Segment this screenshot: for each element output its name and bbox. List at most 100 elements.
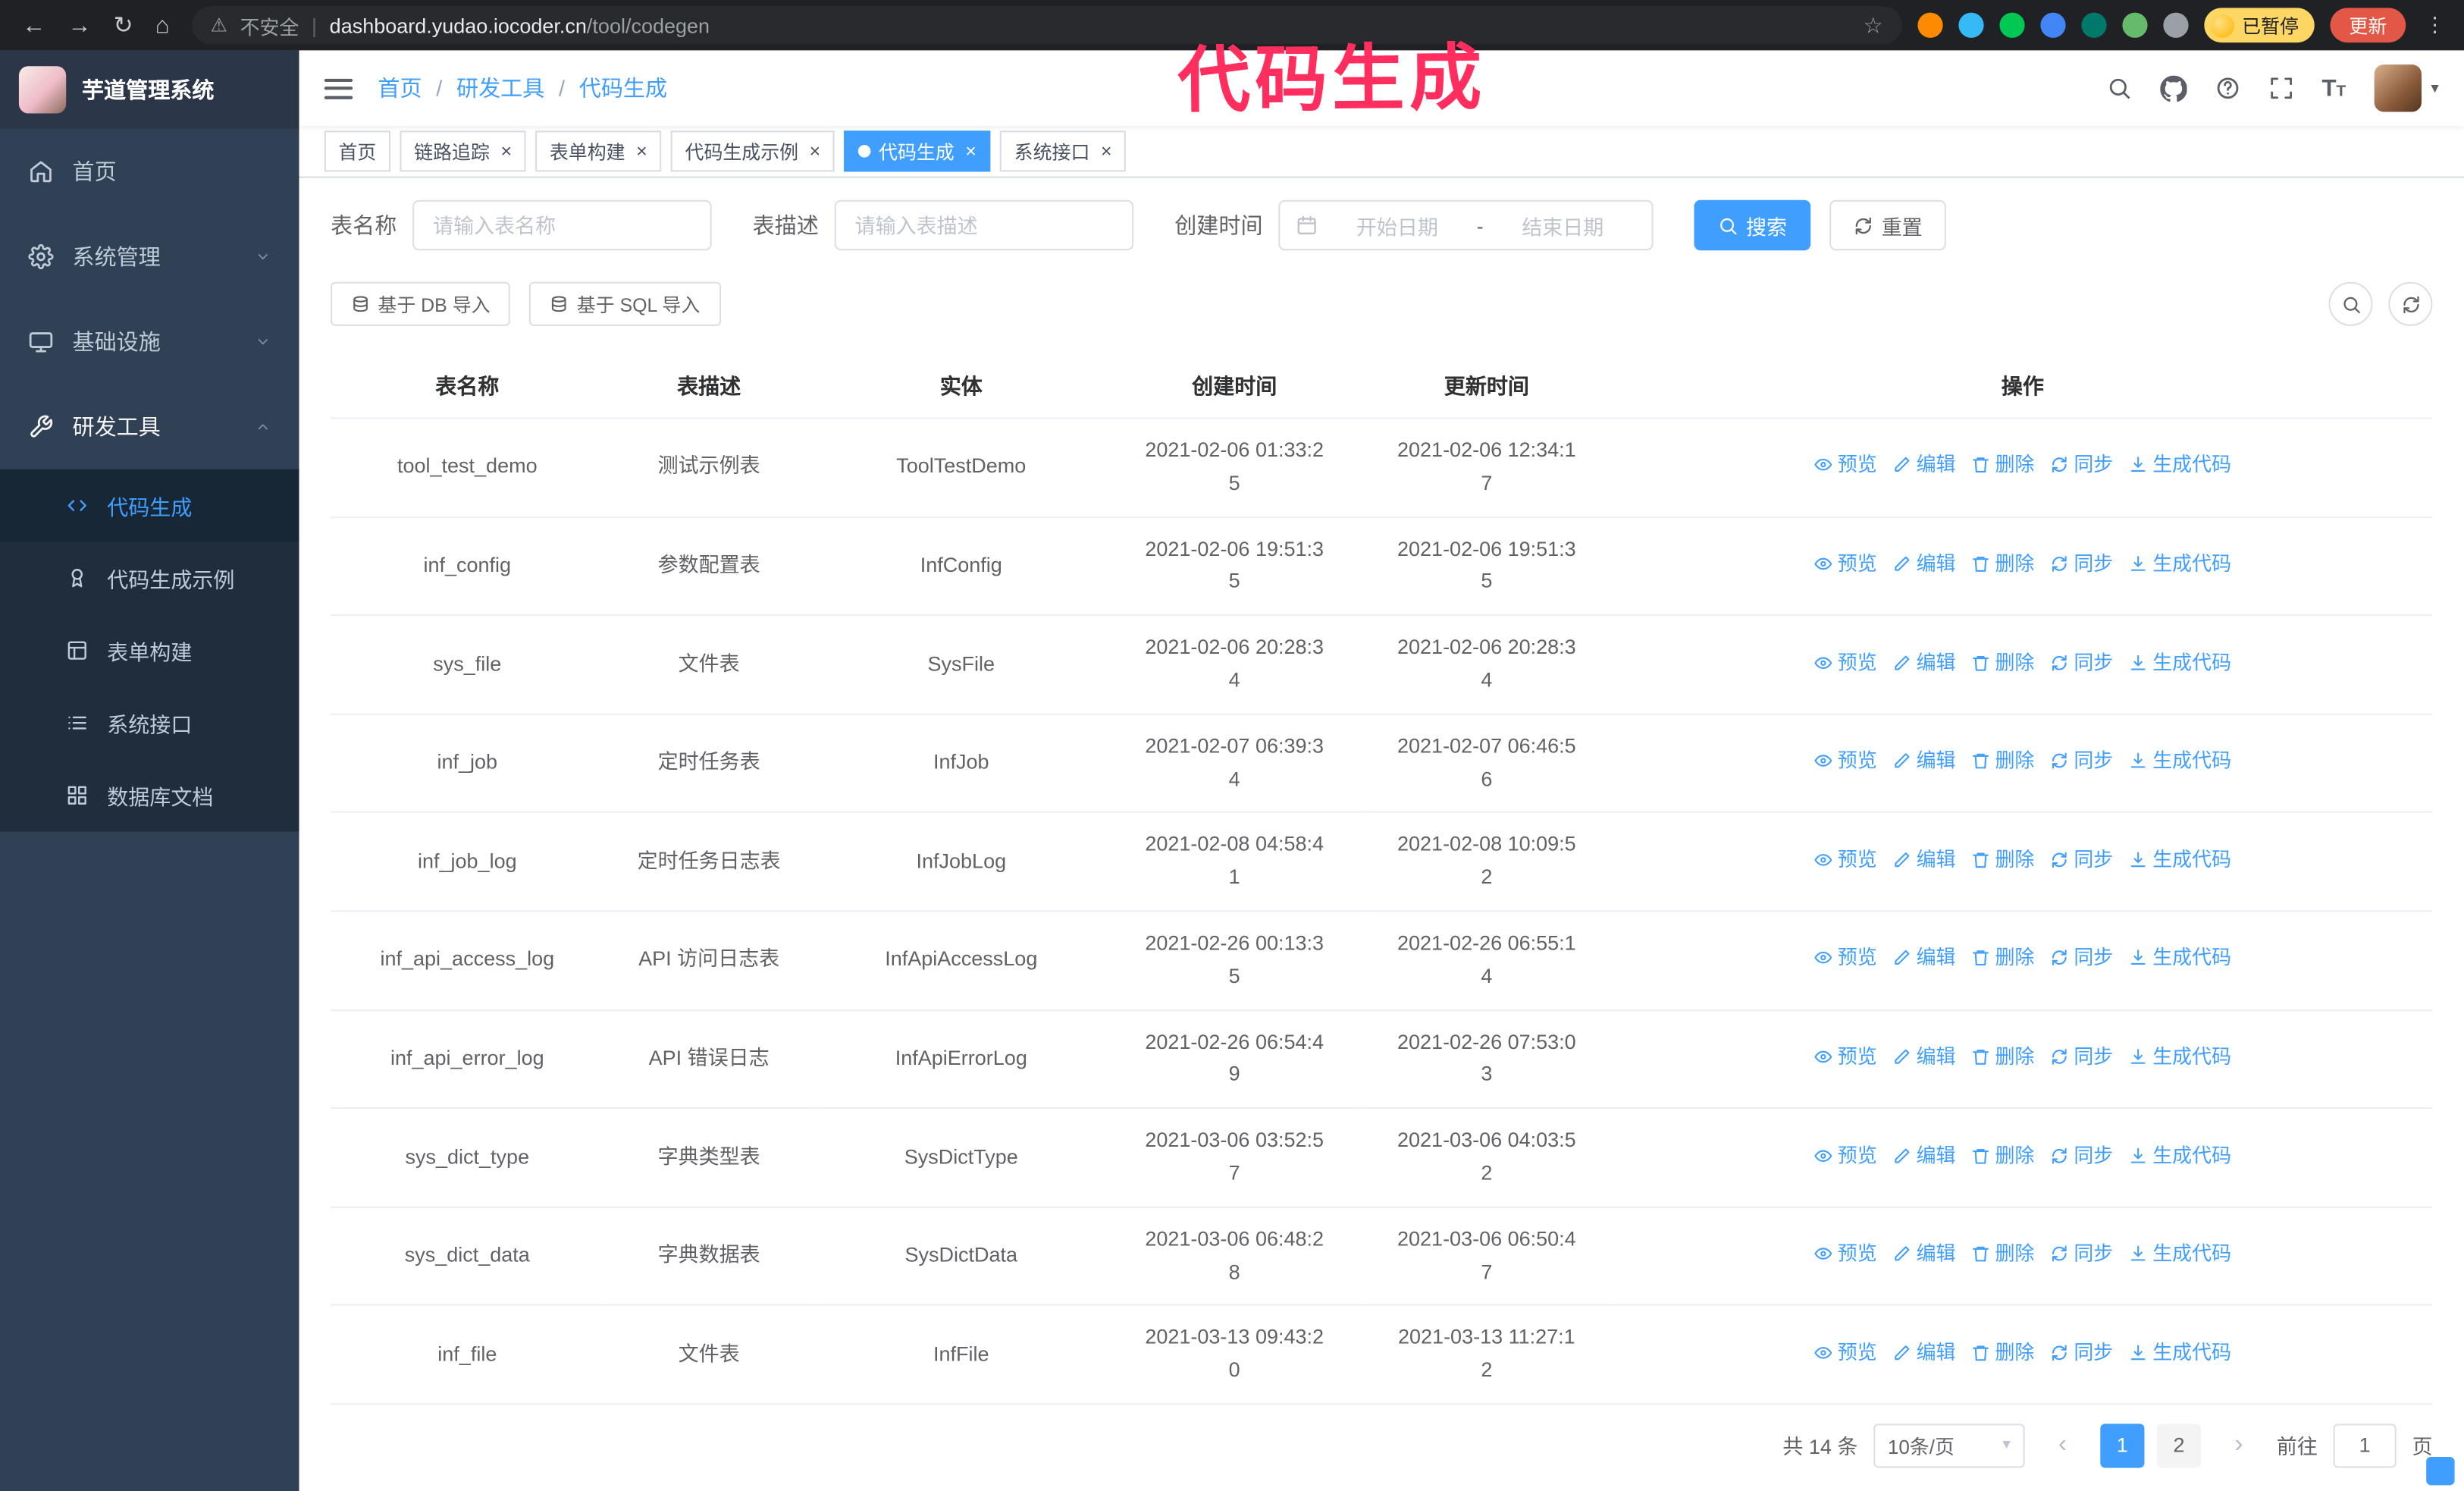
edit-link[interactable]: 编辑 <box>1892 450 1956 482</box>
sidebar-subitem-db[interactable]: 数据库文档 <box>0 759 299 832</box>
generate-code-link[interactable]: 生成代码 <box>2129 450 2231 482</box>
tab-close-icon[interactable]: × <box>1101 142 1112 161</box>
edit-link[interactable]: 编辑 <box>1892 943 1956 975</box>
generate-code-link[interactable]: 生成代码 <box>2129 647 2231 679</box>
tab-代码生成[interactable]: 代码生成 × <box>844 130 991 172</box>
sync-link[interactable]: 同步 <box>2050 746 2113 777</box>
delete-link[interactable]: 删除 <box>1971 746 2034 777</box>
tab-close-icon[interactable]: × <box>500 142 512 161</box>
refresh-table-button[interactable] <box>2388 281 2433 326</box>
table-desc-input[interactable] <box>834 199 1134 251</box>
generate-code-link[interactable]: 生成代码 <box>2129 1337 2231 1369</box>
breadcrumb-item[interactable]: 首页 <box>378 73 422 105</box>
edit-link[interactable]: 编辑 <box>1892 1337 1956 1369</box>
edit-link[interactable]: 编辑 <box>1892 1238 1956 1270</box>
edit-link[interactable]: 编辑 <box>1892 844 1956 876</box>
delete-link[interactable]: 删除 <box>1971 1238 2034 1270</box>
sidebar-subitem-form[interactable]: 表单构建 <box>0 614 299 687</box>
browser-menu-icon[interactable]: ⋮ <box>2422 13 2448 38</box>
sync-link[interactable]: 同步 <box>2050 844 2113 876</box>
tab-代码生成示例[interactable]: 代码生成示例 × <box>670 130 835 172</box>
delete-link[interactable]: 删除 <box>1971 1140 2034 1172</box>
sidebar-item-gear[interactable]: 系统管理 <box>0 214 299 299</box>
preview-link[interactable]: 预览 <box>1814 844 1877 876</box>
edit-link[interactable]: 编辑 <box>1892 1140 1956 1172</box>
sync-link[interactable]: 同步 <box>2050 943 2113 975</box>
green-check-extension-icon[interactable] <box>1999 12 2025 38</box>
sidebar-toggle-icon[interactable] <box>324 77 353 99</box>
floating-button[interactable] <box>2426 1456 2455 1486</box>
import-db-button[interactable]: 基于 DB 导入 <box>331 281 511 326</box>
sidebar-item-tools[interactable]: 研发工具 <box>0 385 299 469</box>
preview-link[interactable]: 预览 <box>1814 943 1877 975</box>
font-size-icon[interactable]: TT <box>2321 77 2346 100</box>
generate-code-link[interactable]: 生成代码 <box>2129 548 2231 580</box>
browser-update-button[interactable]: 更新 <box>2330 8 2406 43</box>
sync-link[interactable]: 同步 <box>2050 647 2113 679</box>
sidebar-subitem-api[interactable]: 系统接口 <box>0 686 299 759</box>
app-logo[interactable]: 芋道管理系统 <box>0 50 299 130</box>
edit-link[interactable]: 编辑 <box>1892 647 1956 679</box>
preview-link[interactable]: 预览 <box>1814 1337 1877 1369</box>
prev-page-button[interactable]: ‹ <box>2040 1424 2084 1467</box>
tab-首页[interactable]: 首页 <box>324 130 391 172</box>
edit-link[interactable]: 编辑 <box>1892 1041 1956 1073</box>
sidebar-item-dashboard[interactable]: 首页 <box>0 129 299 214</box>
green-leaf-extension-icon[interactable] <box>2122 12 2148 38</box>
tab-表单构建[interactable]: 表单构建 × <box>535 130 662 172</box>
tab-系统接口[interactable]: 系统接口 × <box>999 130 1127 172</box>
preview-link[interactable]: 预览 <box>1814 548 1877 580</box>
generate-code-link[interactable]: 生成代码 <box>2129 943 2231 975</box>
toggle-search-button[interactable] <box>2328 281 2373 326</box>
delete-link[interactable]: 删除 <box>1971 1337 2034 1369</box>
breadcrumb-item[interactable]: 代码生成 <box>579 73 667 105</box>
home-icon[interactable]: ⌂ <box>155 12 170 39</box>
preview-link[interactable]: 预览 <box>1814 1041 1877 1073</box>
preview-link[interactable]: 预览 <box>1814 450 1877 482</box>
date-range-picker[interactable]: 开始日期 - 结束日期 <box>1278 199 1654 251</box>
blue-square-extension-icon[interactable] <box>2040 12 2066 38</box>
delete-link[interactable]: 删除 <box>1971 647 2034 679</box>
orange-extension-icon[interactable] <box>1917 12 1943 38</box>
sync-link[interactable]: 同步 <box>2050 1041 2113 1073</box>
generate-code-link[interactable]: 生成代码 <box>2129 746 2231 777</box>
forward-icon[interactable]: → <box>67 12 91 39</box>
question-icon[interactable] <box>2215 76 2240 101</box>
paused-extension-chip[interactable]: 已暂停 <box>2204 8 2315 43</box>
delete-link[interactable]: 删除 <box>1971 548 2034 580</box>
delete-link[interactable]: 删除 <box>1971 450 2034 482</box>
back-icon[interactable]: ← <box>22 12 45 39</box>
tab-close-icon[interactable]: × <box>810 142 821 161</box>
address-bar[interactable]: ⚠ 不安全 | dashboard.yudao.iocoder.cn/tool/… <box>191 6 1902 45</box>
sidebar-item-infra[interactable]: 基础设施 <box>0 300 299 385</box>
sync-link[interactable]: 同步 <box>2050 450 2113 482</box>
goto-page-input[interactable] <box>2333 1424 2397 1468</box>
reload-icon[interactable]: ↻ <box>114 11 133 39</box>
next-page-button[interactable]: › <box>2217 1424 2261 1467</box>
edit-link[interactable]: 编辑 <box>1892 548 1956 580</box>
table-name-input[interactable] <box>412 199 712 251</box>
reset-button[interactable]: 重置 <box>1829 199 1946 251</box>
teal-extension-icon[interactable] <box>2081 12 2107 38</box>
tab-close-icon[interactable]: × <box>965 142 977 161</box>
puzzle-extension-icon[interactable] <box>2163 12 2189 38</box>
delete-link[interactable]: 删除 <box>1971 943 2034 975</box>
page-size-select[interactable]: 10条/页 ▾ <box>1873 1424 2025 1468</box>
fullscreen-icon[interactable] <box>2268 76 2293 101</box>
preview-link[interactable]: 预览 <box>1814 1238 1877 1270</box>
generate-code-link[interactable]: 生成代码 <box>2129 1140 2231 1172</box>
edit-link[interactable]: 编辑 <box>1892 746 1956 777</box>
user-menu[interactable]: ▾ <box>2374 64 2439 112</box>
import-sql-button[interactable]: 基于 SQL 导入 <box>529 281 721 326</box>
preview-link[interactable]: 预览 <box>1814 746 1877 777</box>
generate-code-link[interactable]: 生成代码 <box>2129 844 2231 876</box>
generate-code-link[interactable]: 生成代码 <box>2129 1041 2231 1073</box>
preview-link[interactable]: 预览 <box>1814 647 1877 679</box>
tab-链路追踪[interactable]: 链路追踪 × <box>400 130 526 172</box>
sync-link[interactable]: 同步 <box>2050 1140 2113 1172</box>
delete-link[interactable]: 删除 <box>1971 1041 2034 1073</box>
blue-drop-extension-icon[interactable] <box>1958 12 1984 38</box>
tab-close-icon[interactable]: × <box>636 142 647 161</box>
preview-link[interactable]: 预览 <box>1814 1140 1877 1172</box>
delete-link[interactable]: 删除 <box>1971 844 2034 876</box>
